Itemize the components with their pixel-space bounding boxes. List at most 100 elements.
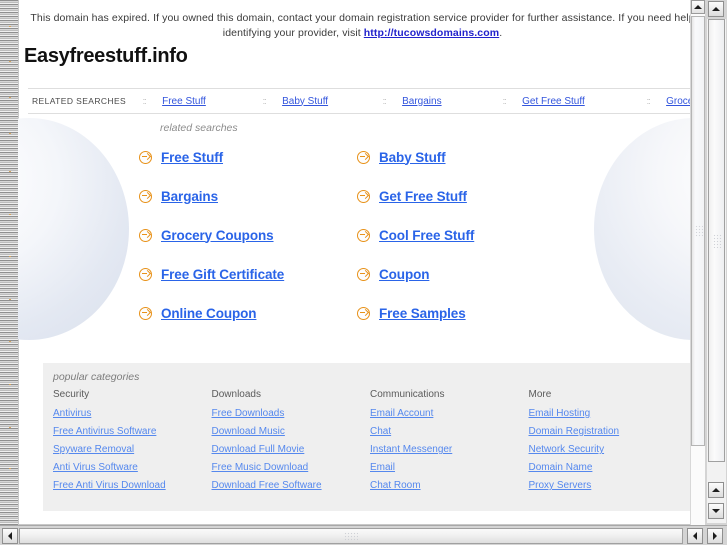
category-link-free-music-download[interactable]: Free Music Download — [212, 462, 371, 473]
category-link-download-music[interactable]: Download Music — [212, 426, 371, 437]
hscroll-right-button[interactable] — [707, 528, 723, 544]
popular-categories-columns: Security Antivirus Free Antivirus Softwa… — [53, 389, 687, 498]
tucows-domains-link[interactable]: http://tucowsdomains.com — [364, 27, 499, 39]
scrollbar-grip-icon — [344, 532, 358, 541]
hscroll-left-button[interactable] — [2, 528, 18, 544]
category-heading: More — [528, 389, 552, 400]
related-searches-grid: Free Stuff Baby Stuff Bargains Get Free … — [139, 147, 609, 323]
arrow-circle-right-icon — [139, 306, 152, 320]
category-link-email-hosting[interactable]: Email Hosting — [529, 408, 688, 419]
window-vertical-scrollbar[interactable] — [705, 0, 727, 525]
related-search-item[interactable]: Bargains — [139, 186, 357, 206]
category-link-antivirus[interactable]: Antivirus — [53, 408, 212, 419]
category-link-chat-room[interactable]: Chat Room — [370, 480, 529, 491]
category-link-download-full-movie[interactable]: Download Full Movie — [212, 444, 371, 455]
category-heading: Downloads — [211, 389, 261, 400]
window-scroll-up-button[interactable] — [708, 1, 724, 17]
category-column-more: More Email Hosting Domain Registration N… — [529, 389, 688, 498]
page-scroll-up-button[interactable] — [691, 0, 705, 14]
window-scroll-down-button[interactable] — [708, 503, 724, 519]
browser-window: This domain has expired. If you owned th… — [0, 0, 727, 545]
category-link-email-account[interactable]: Email Account — [370, 408, 529, 419]
nav-separator: :: — [142, 96, 147, 106]
related-search-item[interactable]: Get Free Stuff — [357, 186, 609, 206]
category-link-spyware-removal[interactable]: Spyware Removal — [53, 444, 212, 455]
related-link-free-stuff[interactable]: Free Stuff — [161, 150, 223, 165]
window-horizontal-scrollbar[interactable] — [0, 525, 727, 545]
arrow-circle-right-icon — [357, 228, 370, 242]
category-column-downloads: Downloads Free Downloads Download Music … — [212, 389, 371, 498]
triangle-left-icon — [693, 532, 697, 540]
hscroll-thumb[interactable] — [19, 528, 683, 544]
related-search-item[interactable]: Free Samples — [357, 303, 609, 323]
related-search-item[interactable]: Coupon — [357, 264, 609, 284]
category-link-network-security[interactable]: Network Security — [529, 444, 688, 455]
window-scrollbar-thumb[interactable] — [708, 19, 725, 462]
related-search-item[interactable]: Free Gift Certificate — [139, 264, 357, 284]
category-link-instant-messenger[interactable]: Instant Messenger — [370, 444, 529, 455]
related-searches-navbar: RELATED SEARCHES :: Free Stuff :: Baby S… — [28, 88, 705, 114]
category-column-communications: Communications Email Account Chat Instan… — [370, 389, 529, 498]
scrollbar-grip-icon — [695, 225, 703, 237]
related-link-bargains[interactable]: Bargains — [161, 189, 218, 204]
related-link-cool-free-stuff[interactable]: Cool Free Stuff — [379, 228, 474, 243]
nav-link-baby-stuff[interactable]: Baby Stuff — [282, 96, 366, 107]
arrow-circle-right-icon — [139, 228, 152, 242]
category-link-free-downloads[interactable]: Free Downloads — [212, 408, 371, 419]
related-link-grocery-coupons[interactable]: Grocery Coupons — [161, 228, 274, 243]
related-search-item[interactable]: Baby Stuff — [357, 147, 609, 167]
related-searches-navbar-items: :: Free Stuff :: Baby Stuff :: Bargains … — [126, 96, 705, 107]
page-title: Easyfreestuff.info — [24, 45, 188, 67]
page-viewport: This domain has expired. If you owned th… — [18, 0, 705, 525]
popular-categories-caption: popular categories — [53, 371, 140, 383]
category-link-free-anti-virus-download[interactable]: Free Anti Virus Download — [53, 480, 212, 491]
scrollbar-grip-icon — [713, 233, 722, 248]
nav-separator: :: — [382, 96, 387, 106]
nav-link-free-stuff[interactable]: Free Stuff — [162, 96, 246, 107]
hscroll-left-button-secondary[interactable] — [687, 528, 703, 544]
category-column-security: Security Antivirus Free Antivirus Softwa… — [53, 389, 212, 498]
related-link-baby-stuff[interactable]: Baby Stuff — [379, 150, 446, 165]
related-search-item[interactable]: Grocery Coupons — [139, 225, 357, 245]
triangle-down-icon — [712, 509, 720, 513]
window-scroll-up-button-lower[interactable] — [708, 482, 724, 498]
nav-separator: :: — [646, 96, 651, 106]
arrow-circle-right-icon — [139, 267, 152, 281]
category-heading: Security — [53, 389, 90, 400]
triangle-up-icon — [694, 5, 702, 9]
category-link-anti-virus-software[interactable]: Anti Virus Software — [53, 462, 212, 473]
domain-expired-notice: This domain has expired. If you owned th… — [27, 11, 698, 41]
arrow-circle-right-icon — [357, 150, 370, 164]
arrow-circle-right-icon — [139, 189, 152, 203]
nav-link-bargains[interactable]: Bargains — [402, 96, 486, 107]
related-link-online-coupon[interactable]: Online Coupon — [161, 306, 257, 321]
nav-separator: :: — [502, 96, 507, 106]
page-vertical-scrollbar[interactable] — [690, 0, 705, 525]
triangle-up-icon — [712, 488, 720, 492]
decorative-sphere-left-icon — [18, 118, 129, 340]
page-scrollbar-thumb[interactable] — [691, 16, 705, 446]
decorative-sphere-right-icon — [594, 118, 705, 340]
nav-separator: :: — [262, 96, 267, 106]
category-link-email[interactable]: Email — [370, 462, 529, 473]
arrow-circle-right-icon — [357, 189, 370, 203]
related-search-item[interactable]: Free Stuff — [139, 147, 357, 167]
nav-link-get-free-stuff[interactable]: Get Free Stuff — [522, 96, 630, 107]
category-link-domain-name[interactable]: Domain Name — [529, 462, 688, 473]
triangle-up-icon — [712, 7, 720, 11]
arrow-circle-right-icon — [139, 150, 152, 164]
related-link-free-samples[interactable]: Free Samples — [379, 306, 466, 321]
related-link-coupon[interactable]: Coupon — [379, 267, 429, 282]
category-link-free-antivirus-software[interactable]: Free Antivirus Software — [53, 426, 212, 437]
arrow-circle-right-icon — [357, 306, 370, 320]
related-search-item[interactable]: Cool Free Stuff — [357, 225, 609, 245]
category-link-domain-registration[interactable]: Domain Registration — [529, 426, 688, 437]
arrow-circle-right-icon — [357, 267, 370, 281]
related-link-free-gift-certificate[interactable]: Free Gift Certificate — [161, 267, 284, 282]
related-link-get-free-stuff[interactable]: Get Free Stuff — [379, 189, 467, 204]
category-link-chat[interactable]: Chat — [370, 426, 529, 437]
related-search-item[interactable]: Online Coupon — [139, 303, 357, 323]
category-link-download-free-software[interactable]: Download Free Software — [212, 480, 371, 491]
category-heading: Communications — [370, 389, 445, 400]
category-link-proxy-servers[interactable]: Proxy Servers — [529, 480, 688, 491]
